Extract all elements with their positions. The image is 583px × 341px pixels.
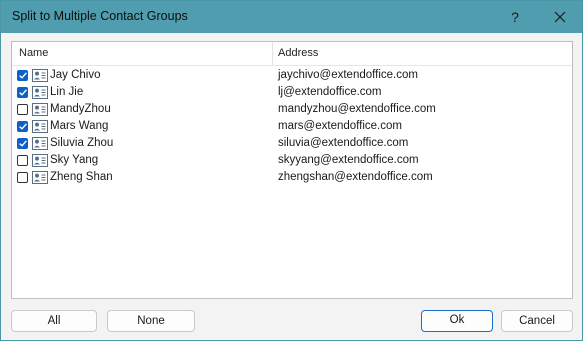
contact-address: siluvia@extendoffice.com: [278, 137, 409, 149]
close-button[interactable]: [538, 1, 582, 33]
close-icon: [554, 11, 566, 23]
dialog-window: Split to Multiple Contact Groups ? Name …: [0, 0, 583, 341]
list-item[interactable]: Sky Yang skyyang@extendoffice.com: [12, 153, 572, 170]
contact-card-icon: [32, 120, 48, 133]
select-none-button[interactable]: None: [107, 310, 195, 332]
column-header-name[interactable]: Name: [19, 47, 48, 59]
contact-card-icon: [32, 137, 48, 150]
contact-address: zhengshan@extendoffice.com: [278, 171, 433, 183]
list-item[interactable]: Lin Jie lj@extendoffice.com: [12, 85, 572, 102]
contact-list[interactable]: Name Address Jay Chivo jaychivo@extendoff…: [11, 41, 573, 299]
list-header: Name Address: [12, 42, 572, 66]
list-item[interactable]: Jay Chivo jaychivo@extendoffice.com: [12, 68, 572, 85]
contact-card-icon: [32, 154, 48, 167]
row-checkbox[interactable]: [17, 138, 28, 149]
contact-name: Sky Yang: [50, 154, 99, 166]
ok-button[interactable]: Ok: [421, 310, 493, 332]
list-item[interactable]: Zheng Shan zhengshan@extendoffice.com: [12, 170, 572, 187]
row-checkbox[interactable]: [17, 121, 28, 132]
contact-name: Zheng Shan: [50, 171, 113, 183]
row-checkbox[interactable]: [17, 155, 28, 166]
contact-address: mandyzhou@extendoffice.com: [278, 103, 436, 115]
list-item[interactable]: MandyZhou mandyzhou@extendoffice.com: [12, 102, 572, 119]
contact-address: jaychivo@extendoffice.com: [278, 69, 418, 81]
cancel-button[interactable]: Cancel: [501, 310, 573, 332]
contact-name: MandyZhou: [50, 103, 111, 115]
dialog-title: Split to Multiple Contact Groups: [12, 9, 188, 23]
contact-address: skyyang@extendoffice.com: [278, 154, 419, 166]
title-bar[interactable]: Split to Multiple Contact Groups ?: [1, 1, 582, 33]
contact-card-icon: [32, 86, 48, 99]
checkmark-icon: [19, 89, 27, 96]
contact-name: Jay Chivo: [50, 69, 101, 81]
checkmark-icon: [19, 140, 27, 147]
contact-name: Siluvia Zhou: [50, 137, 114, 149]
contact-card-icon: [32, 69, 48, 82]
row-checkbox[interactable]: [17, 87, 28, 98]
column-header-address[interactable]: Address: [278, 47, 318, 59]
list-item[interactable]: Siluvia Zhou siluvia@extendoffice.com: [12, 136, 572, 153]
column-separator[interactable]: [272, 42, 273, 65]
contact-card-icon: [32, 103, 48, 116]
contact-name: Mars Wang: [50, 120, 109, 132]
help-button[interactable]: ?: [493, 1, 537, 33]
row-checkbox[interactable]: [17, 172, 28, 183]
row-checkbox[interactable]: [17, 70, 28, 81]
select-all-button[interactable]: All: [11, 310, 97, 332]
list-item[interactable]: Mars Wang mars@extendoffice.com: [12, 119, 572, 136]
contact-card-icon: [32, 171, 48, 184]
checkmark-icon: [19, 72, 27, 79]
row-checkbox[interactable]: [17, 104, 28, 115]
contact-name: Lin Jie: [50, 86, 84, 98]
checkmark-icon: [19, 123, 27, 130]
contact-address: lj@extendoffice.com: [278, 86, 382, 98]
contact-address: mars@extendoffice.com: [278, 120, 402, 132]
